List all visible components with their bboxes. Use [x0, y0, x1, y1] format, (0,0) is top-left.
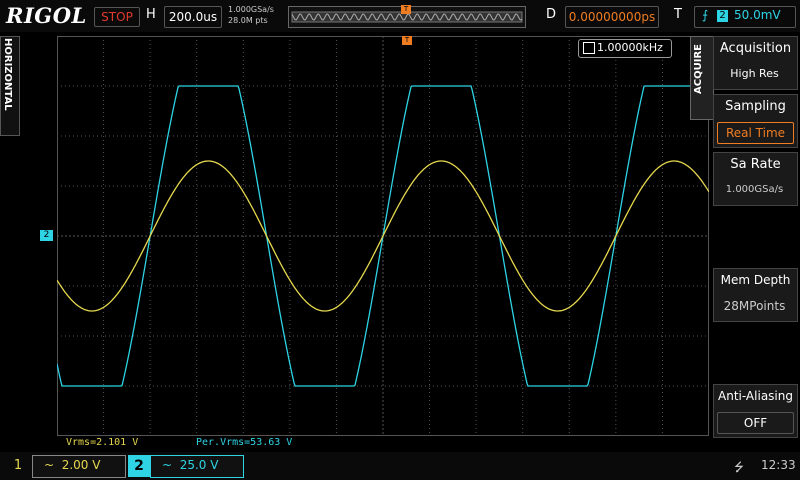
brand-logo: RIGOL: [6, 3, 87, 28]
waveform-display: [57, 36, 709, 436]
channel2-scale-value: 25.0 V: [179, 458, 219, 472]
memory-points-text: 28.0M pts: [228, 16, 268, 25]
horizontal-label: H: [146, 7, 156, 22]
sample-rate-text: 1.000GSa/s: [228, 5, 274, 14]
delay-value[interactable]: 0.00000000ps: [565, 6, 659, 28]
channel1-scale: ~ 2.00 V: [44, 458, 100, 472]
menu-sampling[interactable]: Sampling Real Time: [713, 94, 798, 148]
trigger-source: 2: [717, 10, 728, 22]
acquire-menu-label: ACQUIRE: [693, 44, 704, 94]
trigger-level: 50.0mV: [734, 8, 781, 22]
menu-acquisition-title: Acquisition: [719, 41, 792, 56]
ac-coupling-icon: ~: [44, 458, 62, 472]
frequency-counter-value: 1.00000kHz: [597, 41, 663, 54]
trigger-label: T: [674, 7, 682, 22]
menu-sampling-value: Real Time: [717, 122, 794, 144]
menu-anti-aliasing-value: OFF: [717, 412, 794, 434]
measurement-ch2-per-vrms: Per.Vrms=53.63 V: [196, 437, 293, 448]
menu-anti-aliasing-title: Anti-Aliasing: [718, 389, 793, 403]
top-status-bar: RIGOL STOP H 200.0us 1.000GSa/s 28.0M pt…: [0, 0, 800, 32]
channel1-label[interactable]: 1: [8, 457, 28, 475]
delay-label: D: [546, 7, 557, 22]
timebase-value[interactable]: 200.0us: [164, 6, 222, 28]
channel1-scale-value: 2.00 V: [61, 458, 101, 472]
trigger-position-marker-top: T: [401, 5, 411, 14]
menu-sa-rate-title: Sa Rate: [730, 157, 781, 172]
sample-info: 1.000GSa/s 28.0M pts: [228, 4, 274, 26]
trigger-position-marker[interactable]: T: [402, 36, 412, 45]
menu-acquisition-value: High Res: [730, 67, 779, 80]
rising-edge-icon: ⨍: [702, 8, 709, 22]
menu-mem-depth[interactable]: Mem Depth 28MPoints: [713, 268, 798, 322]
menu-anti-aliasing[interactable]: Anti-Aliasing OFF: [713, 384, 798, 438]
counter-icon: [583, 42, 595, 54]
menu-sa-rate[interactable]: Sa Rate 1.000GSa/s: [713, 152, 798, 206]
usb-icon: ⭍: [734, 460, 744, 474]
menu-sa-rate-value: 1.000GSa/s: [725, 184, 784, 195]
channel2-offset-marker[interactable]: 2: [40, 230, 53, 241]
menu-mem-depth-value: 28MPoints: [723, 299, 786, 313]
system-clock: 12:33: [761, 458, 796, 472]
menu-acquisition[interactable]: Acquisition High Res: [713, 36, 798, 90]
channel2-scale: ~ 25.0 V: [162, 458, 218, 472]
measurement-ch1-vrms: Vrms=2.101 V: [66, 437, 139, 448]
menu-mem-depth-title: Mem Depth: [720, 273, 791, 287]
ac-coupling-icon: ~: [162, 458, 180, 472]
horizontal-tab-label: HORIZONTAL: [2, 38, 13, 111]
channel2-label[interactable]: 2: [128, 455, 150, 477]
menu-sampling-title: Sampling: [725, 99, 786, 114]
run-status[interactable]: STOP: [94, 7, 140, 27]
